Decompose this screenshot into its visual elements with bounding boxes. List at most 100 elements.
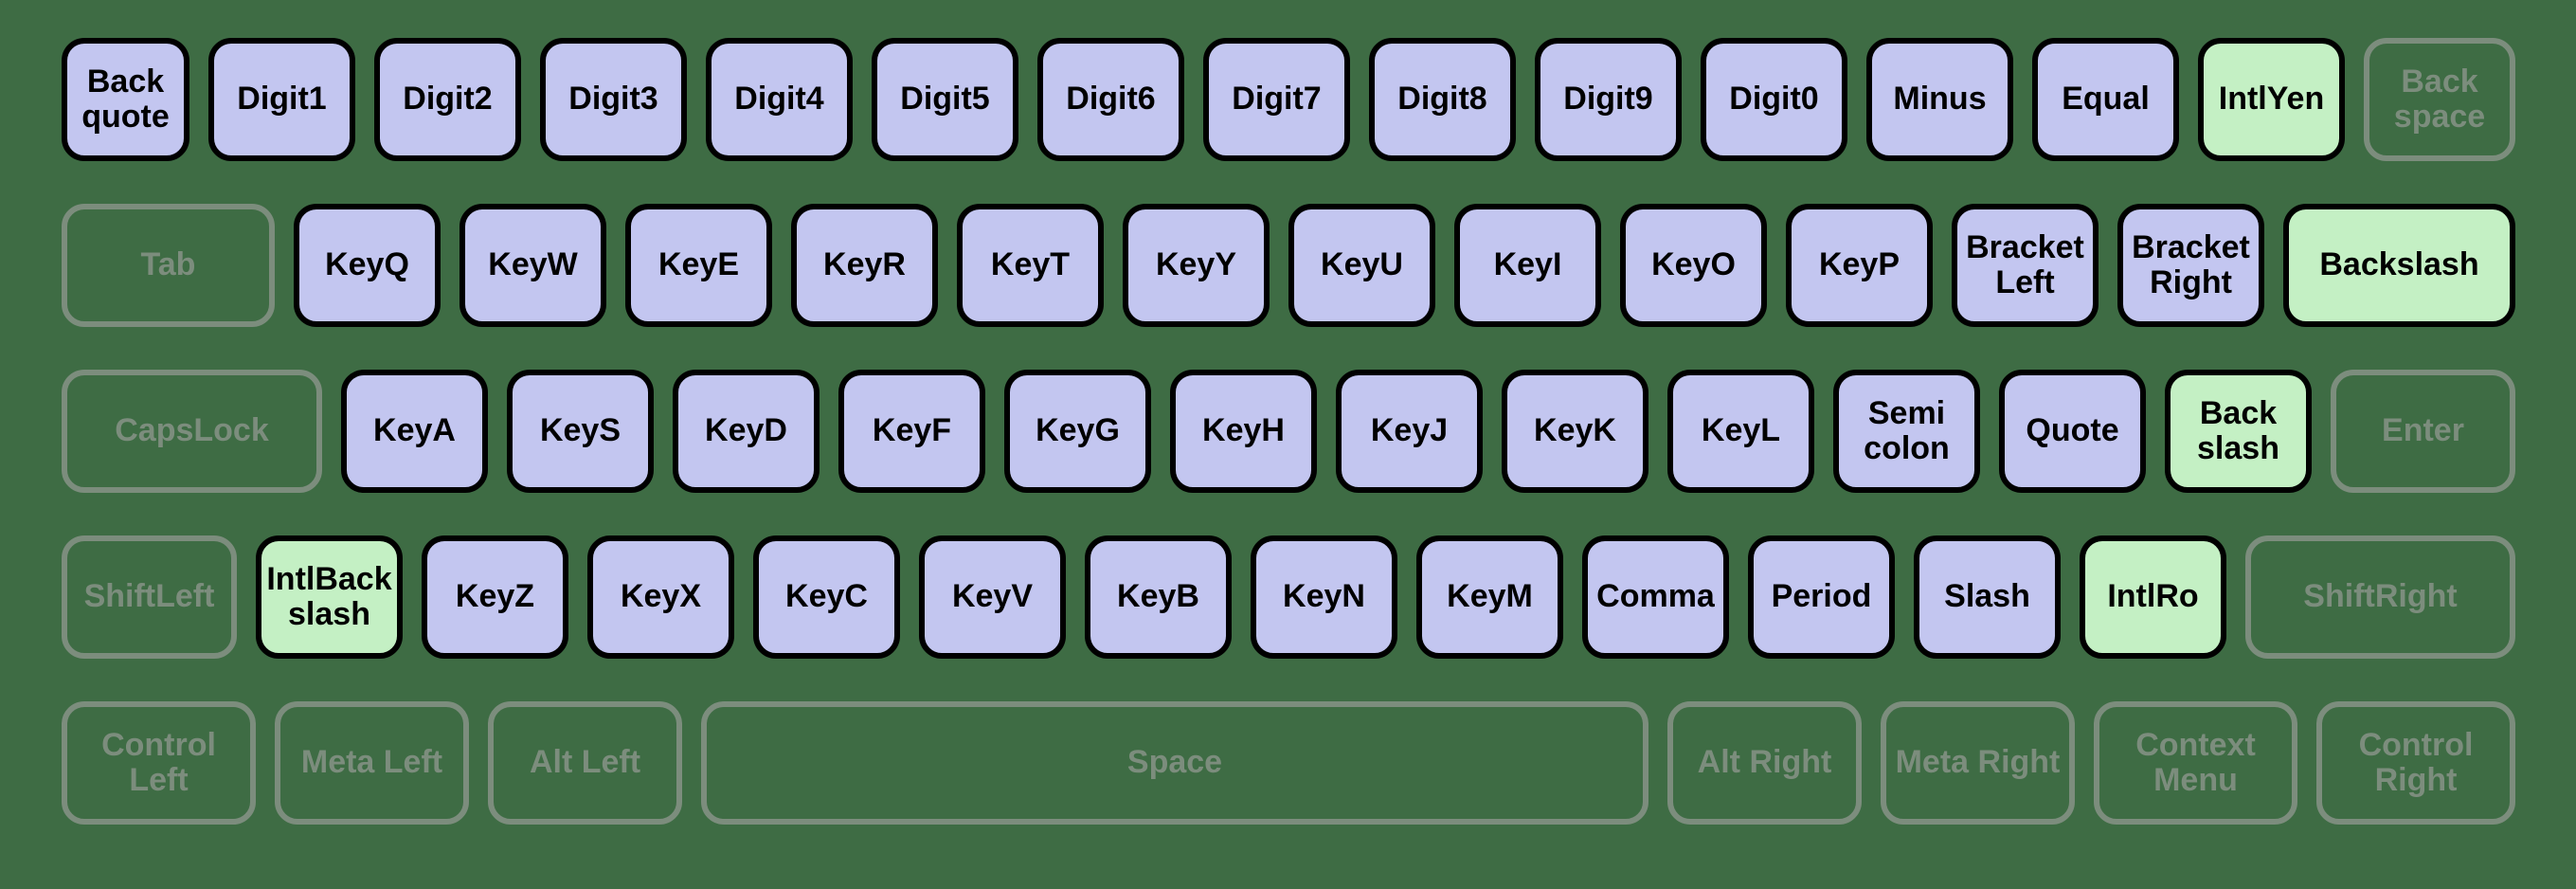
key-label: IntlRo — [2107, 579, 2198, 614]
key-keyb: KeyB — [1085, 535, 1232, 659]
key-label: KeyQ — [325, 247, 409, 282]
key-label: Digit2 — [403, 82, 492, 117]
key-intlyen: IntlYen — [2198, 38, 2345, 161]
key-space: Space — [701, 701, 1648, 825]
key-label: KeyJ — [1371, 413, 1448, 448]
key-label: KeyP — [1819, 247, 1900, 282]
key-bracket-right: Bracket Right — [2117, 204, 2264, 327]
key-alt-right: Alt Right — [1667, 701, 1862, 825]
key-minus: Minus — [1866, 38, 2013, 161]
key-label: KeyR — [823, 247, 906, 282]
key-intlro: IntlRo — [2080, 535, 2226, 659]
key-keyh: KeyH — [1170, 370, 1317, 493]
key-enter: Enter — [2331, 370, 2515, 493]
key-label: KeyT — [991, 247, 1070, 282]
key-label: IntlYen — [2219, 82, 2324, 117]
key-alt-left: Alt Left — [488, 701, 682, 825]
key-label: KeyK — [1534, 413, 1616, 448]
key-label: Control Left — [71, 728, 246, 799]
key-keym: KeyM — [1416, 535, 1563, 659]
key-digit1: Digit1 — [208, 38, 355, 161]
key-keyw: KeyW — [459, 204, 606, 327]
key-label: Alt Left — [530, 745, 640, 780]
key-keyr: KeyR — [791, 204, 938, 327]
key-label: KeyN — [1283, 579, 1365, 614]
key-tab: Tab — [62, 204, 275, 327]
key-label: KeyS — [540, 413, 621, 448]
key-keyj: KeyJ — [1336, 370, 1483, 493]
key-keyo: KeyO — [1620, 204, 1767, 327]
key-back-space: Back space — [2364, 38, 2515, 161]
key-keyx: KeyX — [587, 535, 734, 659]
key-keyq: KeyQ — [294, 204, 441, 327]
key-back-quote: Back quote — [62, 38, 189, 161]
key-label: Digit9 — [1563, 82, 1652, 117]
key-quote: Quote — [1999, 370, 2146, 493]
key-label: Digit4 — [734, 82, 823, 117]
key-label: Digit3 — [568, 82, 658, 117]
key-label: Slash — [1944, 579, 2030, 614]
key-label: Backslash — [2319, 247, 2478, 282]
key-digit6: Digit6 — [1037, 38, 1184, 161]
key-keyt: KeyT — [957, 204, 1104, 327]
key-shiftleft: ShiftLeft — [62, 535, 237, 659]
key-label: ShiftRight — [2303, 579, 2457, 614]
key-label: Minus — [1893, 82, 1986, 117]
key-keyu: KeyU — [1288, 204, 1435, 327]
key-label: Back space — [2373, 64, 2506, 136]
key-semi-colon: Semi colon — [1833, 370, 1980, 493]
key-digit0: Digit0 — [1701, 38, 1847, 161]
key-meta-right: Meta Right — [1881, 701, 2075, 825]
key-label: KeyV — [952, 579, 1033, 614]
keyboard-diagram: Back quote Digit1 Digit2 Digit3 Digit4 Digit5… — [0, 0, 2576, 889]
key-label: Semi colon — [1843, 396, 1971, 467]
key-digit8: Digit8 — [1369, 38, 1516, 161]
key-label: KeyH — [1202, 413, 1285, 448]
key-shiftright: ShiftRight — [2245, 535, 2515, 659]
key-label: Enter — [2382, 413, 2464, 448]
key-label: Comma — [1596, 579, 1715, 614]
key-digit5: Digit5 — [872, 38, 1018, 161]
key-digit3: Digit3 — [540, 38, 687, 161]
key-control-right: Control Right — [2316, 701, 2515, 825]
key-keyg: KeyG — [1004, 370, 1151, 493]
key-period: Period — [1748, 535, 1895, 659]
key-keyi: KeyI — [1454, 204, 1601, 327]
key-label: KeyC — [785, 579, 868, 614]
key-label: Quote — [2026, 413, 2118, 448]
key-keyy: KeyY — [1123, 204, 1270, 327]
key-intlback-slash: IntlBack slash — [256, 535, 403, 659]
key-digit9: Digit9 — [1535, 38, 1682, 161]
key-keys: KeyS — [507, 370, 654, 493]
key-label: Digit1 — [237, 82, 326, 117]
key-capslock: CapsLock — [62, 370, 322, 493]
key-label: Period — [1772, 579, 1872, 614]
key-label: KeyI — [1494, 247, 1562, 282]
key-slash: Slash — [1914, 535, 2061, 659]
key-keyd: KeyD — [673, 370, 820, 493]
key-meta-left: Meta Left — [275, 701, 469, 825]
key-label: Context Menu — [2103, 728, 2288, 799]
key-back-slash: Back slash — [2165, 370, 2312, 493]
key-label: Bracket Left — [1961, 230, 2089, 301]
key-comma: Comma — [1582, 535, 1729, 659]
key-backslash: Backslash — [2283, 204, 2515, 327]
key-keyk: KeyK — [1502, 370, 1648, 493]
key-label: KeyD — [705, 413, 787, 448]
key-label: KeyY — [1156, 247, 1236, 282]
key-label: Back quote — [71, 64, 180, 136]
key-label: Digit7 — [1232, 82, 1321, 117]
key-keyz: KeyZ — [422, 535, 568, 659]
key-label: KeyU — [1321, 247, 1403, 282]
key-label: KeyM — [1447, 579, 1533, 614]
key-label: IntlBack slash — [265, 562, 393, 633]
key-keyn: KeyN — [1251, 535, 1397, 659]
key-keyp: KeyP — [1786, 204, 1933, 327]
key-keyc: KeyC — [753, 535, 900, 659]
key-label: Digit5 — [900, 82, 989, 117]
key-equal: Equal — [2032, 38, 2179, 161]
key-label: ShiftLeft — [84, 579, 215, 614]
key-label: Bracket Right — [2127, 230, 2255, 301]
key-keyl: KeyL — [1667, 370, 1814, 493]
key-label: Digit8 — [1397, 82, 1486, 117]
